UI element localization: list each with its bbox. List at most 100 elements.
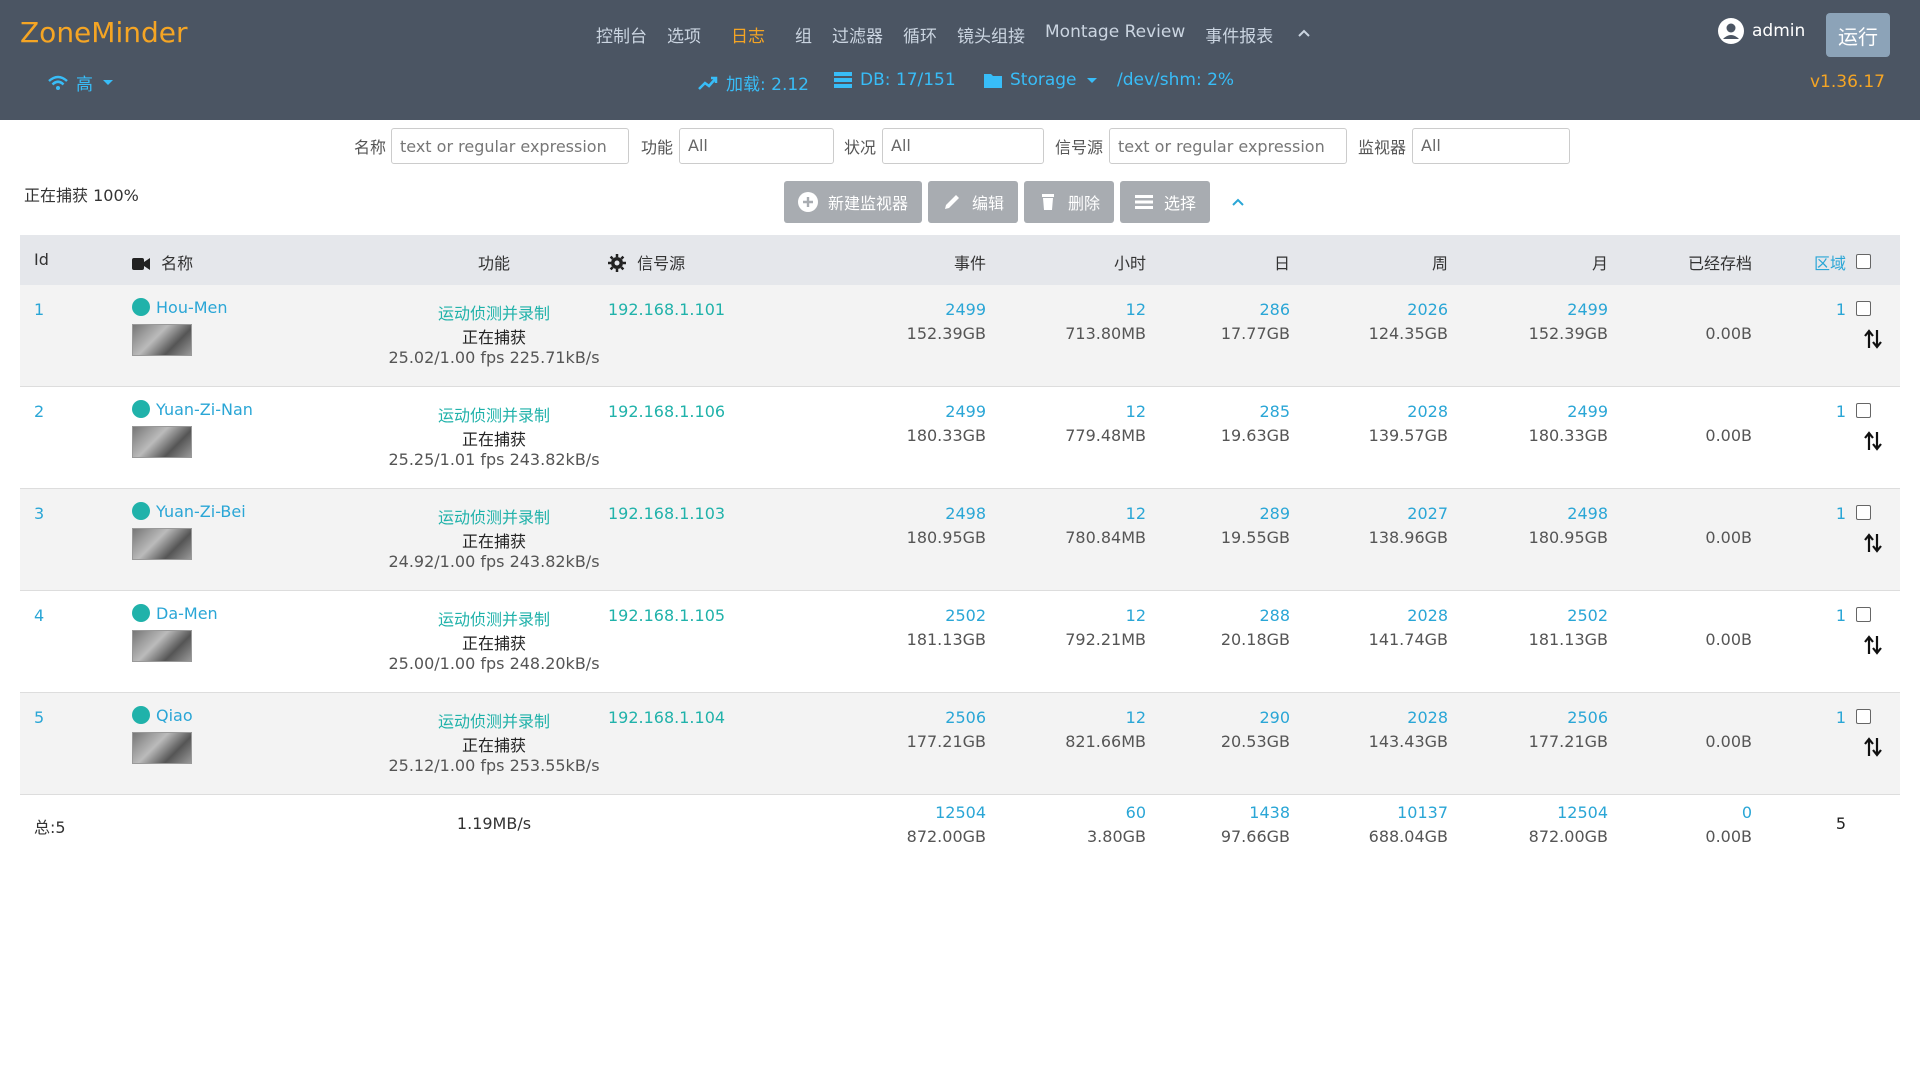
filter-status-select[interactable]: All [882, 128, 1044, 164]
hour-count-link[interactable]: 12 [1046, 300, 1146, 319]
delete-button[interactable]: 删除 [1024, 181, 1115, 223]
zones-count-link[interactable]: 1 [1746, 606, 1846, 625]
events-count-link[interactable]: 2499 [886, 300, 986, 319]
monitor-function-link[interactable]: 运动侦测并录制 [374, 606, 614, 630]
monitor-thumbnail[interactable] [132, 324, 192, 356]
filter-monitor-select[interactable]: All [1412, 128, 1570, 164]
nav-log[interactable]: 日志 [731, 22, 765, 47]
monitor-name-link[interactable]: Da-Men [156, 604, 218, 623]
week-count-link[interactable]: 2026 [1348, 300, 1448, 319]
col-archived[interactable]: 已经存档 [1572, 250, 1752, 274]
monitor-function-link[interactable]: 运动侦测并录制 [374, 402, 614, 426]
row-checkbox[interactable] [1856, 301, 1871, 316]
monitor-id-link[interactable]: 4 [34, 606, 44, 625]
monitor-id-link[interactable]: 2 [34, 402, 44, 421]
totals-day[interactable]: 1438 [1190, 803, 1290, 822]
monitor-thumbnail[interactable] [132, 630, 192, 662]
monitor-id-link[interactable]: 3 [34, 504, 44, 523]
filter-function-select[interactable]: All [679, 128, 834, 164]
add-monitor-button[interactable]: 新建监视器 [784, 181, 923, 223]
monitor-thumbnail[interactable] [132, 528, 192, 560]
chevron-up-icon[interactable] [1297, 26, 1311, 40]
nav-console[interactable]: 控制台 [596, 22, 647, 47]
totals-archived[interactable]: 0 [1652, 803, 1752, 822]
drag-sort-icon[interactable] [1862, 430, 1884, 452]
user-menu[interactable]: admin [1718, 18, 1805, 44]
col-week[interactable]: 周 [1348, 250, 1448, 274]
chevron-up-icon[interactable] [1230, 194, 1246, 210]
day-count-link[interactable]: 285 [1190, 402, 1290, 421]
day-count-link[interactable]: 286 [1190, 300, 1290, 319]
week-count-link[interactable]: 2027 [1348, 504, 1448, 523]
zones-count-link[interactable]: 1 [1746, 300, 1846, 319]
monitor-function-link[interactable]: 运动侦测并录制 [374, 300, 614, 324]
hour-count-link[interactable]: 12 [1046, 708, 1146, 727]
col-day[interactable]: 日 [1190, 250, 1290, 274]
monitor-function-link[interactable]: 运动侦测并录制 [374, 504, 614, 528]
nav-groups[interactable]: 组 [795, 22, 812, 47]
totals-hour[interactable]: 60 [1046, 803, 1146, 822]
col-hour[interactable]: 小时 [1046, 250, 1146, 274]
col-id[interactable]: Id [34, 250, 49, 269]
events-count-link[interactable]: 2498 [886, 504, 986, 523]
zones-count-link[interactable]: 1 [1746, 504, 1846, 523]
totals-month[interactable]: 12504 [1508, 803, 1608, 822]
monitor-source-link[interactable]: 192.168.1.106 [608, 402, 725, 421]
select-button[interactable]: 选择 [1120, 181, 1211, 223]
hour-count-link[interactable]: 12 [1046, 606, 1146, 625]
monitor-id-link[interactable]: 1 [34, 300, 44, 319]
events-count-link[interactable]: 2506 [886, 708, 986, 727]
events-count-link[interactable]: 2499 [886, 402, 986, 421]
col-events[interactable]: 事件 [886, 250, 986, 274]
nav-filters[interactable]: 过滤器 [832, 22, 883, 47]
col-name[interactable]: 名称 [132, 250, 193, 274]
run-state-button[interactable]: 运行 [1826, 13, 1890, 57]
select-all-checkbox[interactable] [1856, 254, 1871, 269]
hour-count-link[interactable]: 12 [1046, 402, 1146, 421]
bandwidth-selector[interactable]: 高 [48, 70, 113, 95]
filter-source-input[interactable] [1109, 128, 1347, 164]
drag-sort-icon[interactable] [1862, 532, 1884, 554]
monitor-name-link[interactable]: Qiao [156, 706, 193, 725]
week-count-link[interactable]: 2028 [1348, 402, 1448, 421]
monitor-source-link[interactable]: 192.168.1.104 [608, 708, 725, 727]
col-source[interactable]: 信号源 [608, 250, 685, 274]
row-checkbox[interactable] [1856, 505, 1871, 520]
month-count-link[interactable]: 2506 [1508, 708, 1608, 727]
day-count-link[interactable]: 289 [1190, 504, 1290, 523]
monitor-thumbnail[interactable] [132, 732, 192, 764]
nav-cycle[interactable]: 循环 [903, 22, 937, 47]
nav-montage[interactable]: 镜头组接 [957, 22, 1025, 47]
month-count-link[interactable]: 2502 [1508, 606, 1608, 625]
monitor-name-link[interactable]: Yuan-Zi-Bei [156, 502, 246, 521]
row-checkbox[interactable] [1856, 403, 1871, 418]
row-checkbox[interactable] [1856, 607, 1871, 622]
nav-options[interactable]: 选项 [667, 22, 701, 47]
drag-sort-icon[interactable] [1862, 634, 1884, 656]
nav-montage-review[interactable]: Montage Review [1045, 22, 1185, 47]
monitor-name-link[interactable]: Yuan-Zi-Nan [156, 400, 253, 419]
zones-count-link[interactable]: 1 [1746, 708, 1846, 727]
storage-menu[interactable]: Storage [984, 70, 1097, 90]
week-count-link[interactable]: 2028 [1348, 606, 1448, 625]
edit-button[interactable]: 编辑 [928, 181, 1019, 223]
month-count-link[interactable]: 2498 [1508, 504, 1608, 523]
zones-count-link[interactable]: 1 [1746, 402, 1846, 421]
events-count-link[interactable]: 2502 [886, 606, 986, 625]
totals-week[interactable]: 10137 [1348, 803, 1448, 822]
col-function[interactable]: 功能 [434, 250, 554, 274]
day-count-link[interactable]: 288 [1190, 606, 1290, 625]
day-count-link[interactable]: 290 [1190, 708, 1290, 727]
brand-logo[interactable]: ZoneMinder [20, 16, 187, 49]
monitor-thumbnail[interactable] [132, 426, 192, 458]
nav-event-report[interactable]: 事件报表 [1205, 22, 1273, 47]
monitor-function-link[interactable]: 运动侦测并录制 [374, 708, 614, 732]
col-zones[interactable]: 区域 [1746, 250, 1846, 274]
monitor-id-link[interactable]: 5 [34, 708, 44, 727]
drag-sort-icon[interactable] [1862, 328, 1884, 350]
monitor-source-link[interactable]: 192.168.1.101 [608, 300, 725, 319]
monitor-source-link[interactable]: 192.168.1.105 [608, 606, 725, 625]
hour-count-link[interactable]: 12 [1046, 504, 1146, 523]
month-count-link[interactable]: 2499 [1508, 300, 1608, 319]
version-label[interactable]: v1.36.17 [1810, 72, 1885, 92]
